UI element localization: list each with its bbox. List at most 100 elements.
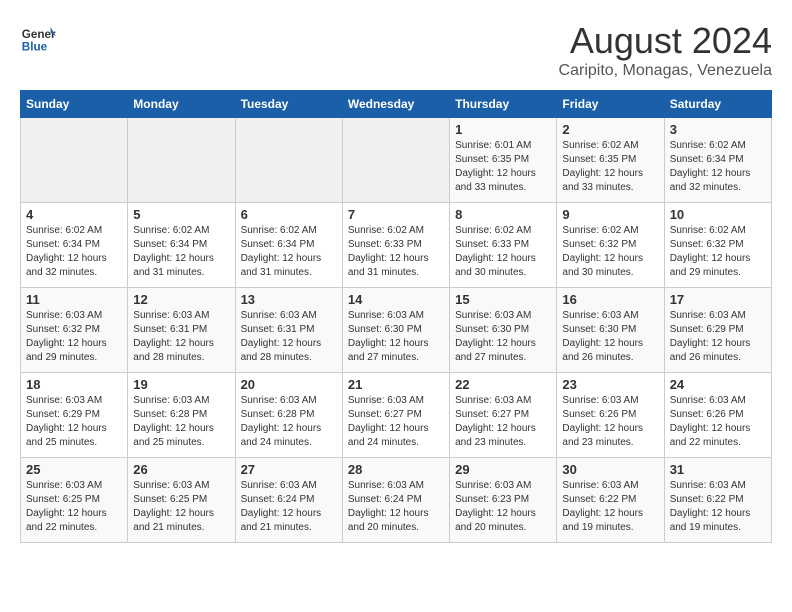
day-number: 10 [670,207,766,222]
day-number: 31 [670,462,766,477]
calendar-cell: 22 Sunrise: 6:03 AMSunset: 6:27 PMDayligh… [450,373,557,458]
calendar-cell: 3 Sunrise: 6:02 AMSunset: 6:34 PMDaylight… [664,118,771,203]
day-info: Sunrise: 6:03 AMSunset: 6:31 PMDaylight:… [241,309,337,365]
calendar-cell: 30Sunrise: 6:03 AMSunset: 6:22 PMDayligh… [557,458,664,543]
day-info: Sunrise: 6:03 AMSunset: 6:23 PMDaylight:… [455,479,551,535]
day-number: 12 [133,292,229,307]
day-info: Sunrise: 6:03 AMSunset: 6:22 PMDaylight:… [562,479,658,535]
calendar-cell: 21 Sunrise: 6:03 AMSunset: 6:27 PMDayligh… [342,373,449,458]
day-info: Sunrise: 6:03 AMSunset: 6:27 PMDaylight:… [455,394,551,450]
day-number: 1 [455,122,551,137]
day-info: Sunrise: 6:03 AMSunset: 6:30 PMDaylight:… [455,309,551,365]
calendar-week-5: 25 Sunrise: 6:03 AMSunset: 6:25 PMDayligh… [21,458,772,543]
day-number: 17 [670,292,766,307]
calendar-cell: 29 Sunrise: 6:03 AMSunset: 6:23 PMDayligh… [450,458,557,543]
calendar-week-2: 4Sunrise: 6:02 AMSunset: 6:34 PMDaylight… [21,203,772,288]
calendar-cell: 16 Sunrise: 6:03 AMSunset: 6:30 PMDayligh… [557,288,664,373]
day-number: 25 [26,462,122,477]
calendar-cell: 28 Sunrise: 6:03 AMSunset: 6:24 PMDayligh… [342,458,449,543]
day-info: Sunrise: 6:03 AMSunset: 6:25 PMDaylight:… [133,479,229,535]
day-number: 19 [133,377,229,392]
calendar-cell [342,118,449,203]
calendar-cell: 9Sunrise: 6:02 AMSunset: 6:32 PMDaylight… [557,203,664,288]
calendar-table: SundayMondayTuesdayWednesdayThursdayFrid… [20,90,772,543]
day-info: Sunrise: 6:03 AMSunset: 6:26 PMDaylight:… [562,394,658,450]
day-number: 6 [241,207,337,222]
calendar-cell: 10Sunrise: 6:02 AMSunset: 6:32 PMDayligh… [664,203,771,288]
day-number: 24 [670,377,766,392]
day-number: 22 [455,377,551,392]
calendar-cell: 14 Sunrise: 6:03 AMSunset: 6:30 PMDayligh… [342,288,449,373]
day-number: 21 [348,377,444,392]
day-info: Sunrise: 6:01 AMSunset: 6:35 PMDaylight:… [455,139,551,195]
day-info: Sunrise: 6:02 AMSunset: 6:34 PMDaylight:… [133,224,229,280]
day-number: 18 [26,377,122,392]
day-number: 28 [348,462,444,477]
calendar-cell [128,118,235,203]
logo-icon: General Blue [20,20,56,56]
weekday-header-sunday: Sunday [21,91,128,118]
location: Caripito, Monagas, Venezuela [559,62,772,80]
day-number: 15 [455,292,551,307]
calendar-cell: 7Sunrise: 6:02 AMSunset: 6:33 PMDaylight… [342,203,449,288]
day-info: Sunrise: 6:03 AMSunset: 6:27 PMDaylight:… [348,394,444,450]
weekday-header-saturday: Saturday [664,91,771,118]
title-block: August 2024 Caripito, Monagas, Venezuela [559,20,772,80]
calendar-cell: 23 Sunrise: 6:03 AMSunset: 6:26 PMDayligh… [557,373,664,458]
day-info: Sunrise: 6:02 AMSunset: 6:35 PMDaylight:… [562,139,658,195]
day-number: 8 [455,207,551,222]
weekday-header-thursday: Thursday [450,91,557,118]
day-info: Sunrise: 6:03 AMSunset: 6:28 PMDaylight:… [241,394,337,450]
calendar-cell: 4Sunrise: 6:02 AMSunset: 6:34 PMDaylight… [21,203,128,288]
calendar-cell [21,118,128,203]
day-number: 29 [455,462,551,477]
day-number: 16 [562,292,658,307]
day-number: 23 [562,377,658,392]
day-number: 9 [562,207,658,222]
weekday-header-row: SundayMondayTuesdayWednesdayThursdayFrid… [21,91,772,118]
calendar-cell: 17 Sunrise: 6:03 AMSunset: 6:29 PMDayligh… [664,288,771,373]
day-number: 14 [348,292,444,307]
day-number: 3 [670,122,766,137]
calendar-cell: 25 Sunrise: 6:03 AMSunset: 6:25 PMDayligh… [21,458,128,543]
day-number: 5 [133,207,229,222]
calendar-cell: 2Sunrise: 6:02 AMSunset: 6:35 PMDaylight… [557,118,664,203]
day-number: 26 [133,462,229,477]
day-info: Sunrise: 6:03 AMSunset: 6:24 PMDaylight:… [241,479,337,535]
calendar-week-3: 11Sunrise: 6:03 AMSunset: 6:32 PMDayligh… [21,288,772,373]
day-info: Sunrise: 6:03 AMSunset: 6:30 PMDaylight:… [562,309,658,365]
day-number: 11 [26,292,122,307]
day-info: Sunrise: 6:03 AMSunset: 6:22 PMDaylight:… [670,479,766,535]
day-info: Sunrise: 6:03 AMSunset: 6:29 PMDaylight:… [670,309,766,365]
page-header: General Blue August 2024 Caripito, Monag… [20,20,772,80]
day-info: Sunrise: 6:02 AMSunset: 6:34 PMDaylight:… [670,139,766,195]
day-number: 13 [241,292,337,307]
day-info: Sunrise: 6:03 AMSunset: 6:31 PMDaylight:… [133,309,229,365]
logo: General Blue [20,20,56,56]
calendar-cell: 26 Sunrise: 6:03 AMSunset: 6:25 PMDayligh… [128,458,235,543]
day-info: Sunrise: 6:02 AMSunset: 6:34 PMDaylight:… [26,224,122,280]
calendar-cell: 27 Sunrise: 6:03 AMSunset: 6:24 PMDayligh… [235,458,342,543]
weekday-header-wednesday: Wednesday [342,91,449,118]
calendar-cell: 20Sunrise: 6:03 AMSunset: 6:28 PMDayligh… [235,373,342,458]
calendar-cell: 1 Sunrise: 6:01 AMSunset: 6:35 PMDaylight… [450,118,557,203]
day-info: Sunrise: 6:03 AMSunset: 6:26 PMDaylight:… [670,394,766,450]
calendar-cell: 6Sunrise: 6:02 AMSunset: 6:34 PMDaylight… [235,203,342,288]
day-info: Sunrise: 6:03 AMSunset: 6:29 PMDaylight:… [26,394,122,450]
weekday-header-friday: Friday [557,91,664,118]
day-info: Sunrise: 6:03 AMSunset: 6:30 PMDaylight:… [348,309,444,365]
calendar-week-4: 18 Sunrise: 6:03 AMSunset: 6:29 PMDayligh… [21,373,772,458]
svg-text:Blue: Blue [22,41,48,54]
calendar-cell: 18 Sunrise: 6:03 AMSunset: 6:29 PMDayligh… [21,373,128,458]
calendar-cell: 24 Sunrise: 6:03 AMSunset: 6:26 PMDayligh… [664,373,771,458]
day-info: Sunrise: 6:03 AMSunset: 6:24 PMDaylight:… [348,479,444,535]
weekday-header-tuesday: Tuesday [235,91,342,118]
calendar-cell: 5 Sunrise: 6:02 AMSunset: 6:34 PMDaylight… [128,203,235,288]
day-info: Sunrise: 6:02 AMSunset: 6:33 PMDaylight:… [348,224,444,280]
day-number: 27 [241,462,337,477]
weekday-header-monday: Monday [128,91,235,118]
day-info: Sunrise: 6:03 AMSunset: 6:25 PMDaylight:… [26,479,122,535]
calendar-cell [235,118,342,203]
calendar-cell: 19Sunrise: 6:03 AMSunset: 6:28 PMDayligh… [128,373,235,458]
calendar-cell: 11Sunrise: 6:03 AMSunset: 6:32 PMDayligh… [21,288,128,373]
